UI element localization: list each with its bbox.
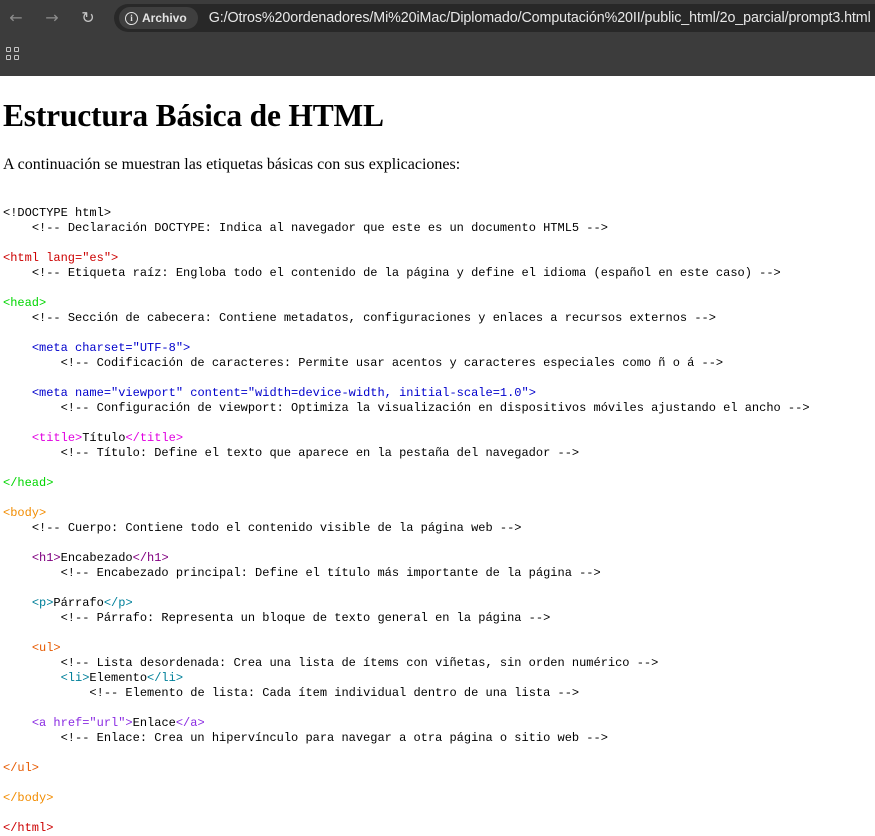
code-li-close: </li>	[147, 671, 184, 685]
code-title-open: <title>	[31, 431, 83, 445]
code-ul-open: <ul>	[31, 641, 61, 655]
code-comment-title: <!-- Título: Define el texto que aparece…	[60, 446, 580, 460]
intro-paragraph: A continuación se muestran las etiquetas…	[3, 156, 461, 173]
code-comment-meta-charset: <!-- Codificación de caracteres: Permite…	[60, 356, 724, 370]
code-head-open: <head>	[3, 296, 47, 310]
code-body-open: <body>	[3, 506, 47, 520]
site-info-chip[interactable]: i Archivo	[119, 7, 198, 29]
code-li-text: Elemento	[89, 671, 148, 685]
address-bar[interactable]: i Archivo G:/Otros%20ordenadores/Mi%20iM…	[114, 4, 875, 32]
code-comment-doctype: <!-- Declaración DOCTYPE: Indica al nave…	[31, 221, 608, 235]
url-text[interactable]: G:/Otros%20ordenadores/Mi%20iMac/Diploma…	[209, 10, 871, 26]
code-comment-h1: <!-- Encabezado principal: Define el tít…	[60, 566, 601, 580]
code-p-open: <p>	[31, 596, 54, 610]
code-meta-charset: <meta charset="UTF-8">	[31, 341, 191, 355]
code-body-close: </body>	[3, 791, 54, 805]
code-h1-close: </h1>	[132, 551, 169, 565]
site-chip-label: Archivo	[142, 11, 187, 25]
code-li-open: <li>	[60, 671, 90, 685]
page-title: Estructura Básica de HTML	[3, 98, 384, 133]
browser-chrome: ← → ↻ i Archivo G:/Otros%20ordenadores/M…	[0, 0, 875, 76]
reload-icon[interactable]: ↻	[76, 6, 100, 30]
code-comment-ul: <!-- Lista desordenada: Crea una lista d…	[60, 656, 659, 670]
code-a-close: </a>	[175, 716, 205, 730]
code-comment-li: <!-- Elemento de lista: Cada ítem indivi…	[89, 686, 580, 700]
code-head-close: </head>	[3, 476, 54, 490]
code-doctype: <!DOCTYPE html>	[3, 206, 112, 220]
browser-toolbar: ← → ↻ i Archivo G:/Otros%20ordenadores/M…	[0, 0, 875, 36]
code-html-open: <html lang="es">	[3, 251, 119, 265]
apps-grid-icon[interactable]	[6, 47, 20, 61]
code-p-close: </p>	[103, 596, 133, 610]
code-a-open: <a href="url">	[31, 716, 133, 730]
info-icon: i	[125, 11, 138, 25]
code-listing: <!DOCTYPE html> <!-- Declaración DOCTYPE…	[3, 206, 810, 836]
code-a-text: Enlace	[132, 716, 176, 730]
code-comment-p: <!-- Párrafo: Representa un bloque de te…	[60, 611, 551, 625]
code-comment-body: <!-- Cuerpo: Contiene todo el contenido …	[31, 521, 522, 535]
code-title-text: Título	[82, 431, 126, 445]
code-ul-close: </ul>	[3, 761, 40, 775]
code-comment-meta-viewport: <!-- Configuración de viewport: Optimiza…	[60, 401, 810, 415]
code-comment-head: <!-- Sección de cabecera: Contiene metad…	[31, 311, 716, 325]
code-h1-text: Encabezado	[60, 551, 133, 565]
bookmarks-bar	[0, 36, 875, 76]
code-comment-html: <!-- Etiqueta raíz: Engloba todo el cont…	[31, 266, 781, 280]
code-meta-viewport: <meta name="viewport" content="width=dev…	[31, 386, 536, 400]
forward-arrow-icon[interactable]: →	[40, 6, 64, 30]
back-arrow-icon[interactable]: ←	[4, 6, 28, 30]
code-comment-a: <!-- Enlace: Crea un hipervínculo para n…	[60, 731, 608, 745]
code-h1-open: <h1>	[31, 551, 61, 565]
code-title-close: </title>	[125, 431, 184, 445]
code-p-text: Párrafo	[53, 596, 104, 610]
